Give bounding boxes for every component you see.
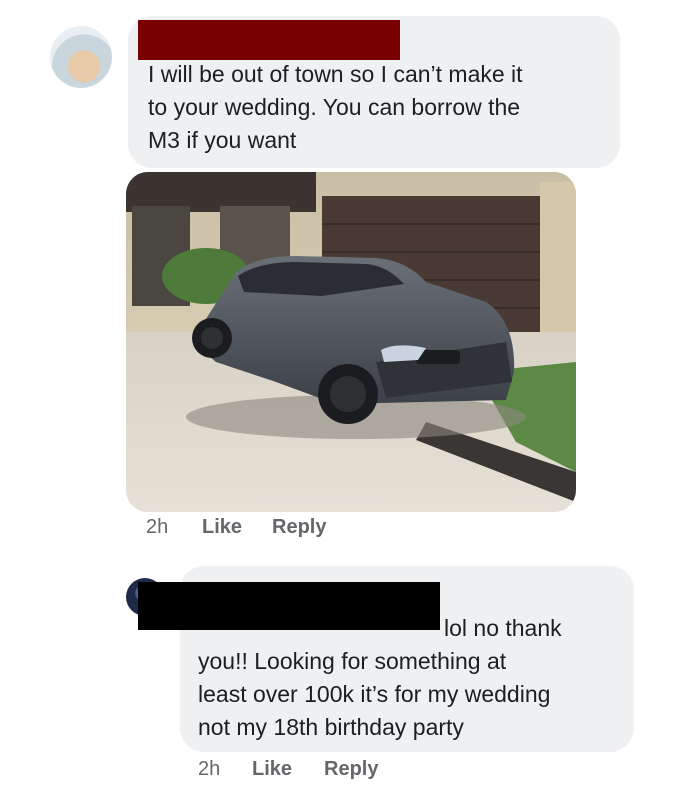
reply-button[interactable]: Reply (272, 516, 326, 539)
comment-text-line: I will be out of town so I can’t make it (148, 61, 523, 87)
comment-text-line: M3 if you want (148, 127, 297, 153)
comment-timestamp[interactable]: 2h (146, 516, 168, 539)
like-button[interactable]: Like (202, 516, 242, 539)
redacted-name (138, 20, 400, 60)
comment-text-line: least over 100k it’s for my wedding (198, 681, 551, 707)
commenter-avatar[interactable] (50, 26, 112, 88)
comment-text-line: lol no thank (444, 615, 562, 641)
comment-text-line: you!! Looking for something at (198, 648, 507, 674)
comment-text-line: not my 18th birthday party (198, 714, 464, 740)
comment-timestamp[interactable]: 2h (198, 758, 220, 781)
reply-button[interactable]: Reply (324, 758, 378, 781)
comment-text: I will be out of town so I can’t make it… (148, 58, 608, 157)
comment-text-line: to your wedding. You can borrow the (148, 94, 521, 120)
comment-text: lol no thank you!! Looking for something… (198, 612, 628, 744)
attached-car-photo[interactable] (126, 172, 576, 512)
like-button[interactable]: Like (252, 758, 292, 781)
